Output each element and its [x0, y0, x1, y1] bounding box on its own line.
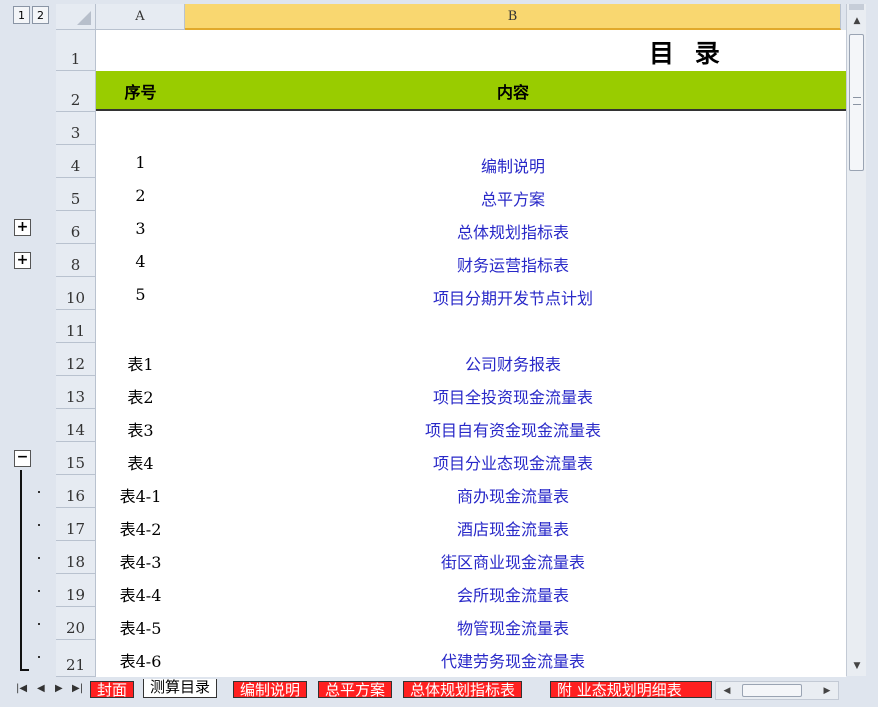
row-header[interactable]: 6 [56, 211, 96, 244]
toc-link[interactable]: 项目分期开发节点计划 [185, 285, 841, 309]
first-sheet-icon[interactable]: |◀ [16, 683, 27, 694]
row-header[interactable]: 15 [56, 442, 96, 475]
cell-sequence[interactable]: 表4-1 [96, 483, 185, 507]
cell-sequence[interactable]: 4 [96, 252, 185, 271]
expand-group-button[interactable]: + [14, 252, 31, 269]
row-header[interactable]: 16 [56, 475, 96, 508]
row-header[interactable]: 11 [56, 310, 96, 343]
expand-group-button[interactable]: + [14, 219, 31, 236]
horizontal-scrollbar[interactable]: ◀ ▶ [715, 681, 839, 700]
cell-sequence[interactable]: 表1 [96, 351, 185, 375]
row-header[interactable]: 21 [56, 640, 96, 677]
cell-sequence[interactable]: 表4-2 [96, 516, 185, 540]
toc-link[interactable]: 项目分业态现金流量表 [185, 450, 841, 474]
row-header[interactable]: 19 [56, 574, 96, 607]
outline-level-2-button[interactable]: 2 [32, 6, 49, 24]
row-header[interactable]: 1 [56, 30, 96, 71]
cell-sequence[interactable]: 表2 [96, 384, 185, 408]
cell-sequence[interactable]: 表4-4 [96, 582, 185, 606]
toc-link[interactable]: 公司财务报表 [185, 351, 841, 375]
outline-detail-dot [38, 491, 40, 493]
toc-link[interactable]: 编制说明 [185, 153, 841, 177]
horizontal-scroll-thumb[interactable] [742, 684, 802, 697]
select-all-corner[interactable] [56, 4, 96, 30]
row-header[interactable]: 20 [56, 607, 96, 640]
toc-link[interactable]: 代建劳务现金流量表 [185, 648, 841, 672]
outline-detail-dot [38, 656, 40, 658]
toc-link[interactable]: 商办现金流量表 [185, 483, 841, 507]
collapse-group-button[interactable]: − [14, 450, 31, 467]
next-sheet-icon[interactable]: ▶ [55, 683, 63, 694]
column-header-a[interactable]: A [96, 4, 185, 30]
row-header[interactable]: 18 [56, 541, 96, 574]
cell-sequence[interactable]: 表4-3 [96, 549, 185, 573]
sheet-tab-bar: |◀ ◀ ▶ ▶| 封面 测算目录 编制说明 总平方案 总体规划指标表 附 业态… [0, 677, 878, 707]
last-sheet-icon[interactable]: ▶| [72, 683, 83, 694]
outline-gutter [10, 31, 55, 676]
outline-detail-dot [38, 557, 40, 559]
row-header[interactable]: 2 [56, 71, 96, 112]
toc-link[interactable]: 物管现金流量表 [185, 615, 841, 639]
prev-sheet-icon[interactable]: ◀ [37, 683, 45, 694]
vertical-scrollbar[interactable]: ▲ ▼ [846, 4, 866, 676]
cell-sequence[interactable]: 表3 [96, 417, 185, 441]
cell-sequence[interactable]: 1 [96, 153, 185, 172]
spreadsheet-window: 1 2 A B 1 2 3 4 5 6 8 10 11 12 13 14 15 … [0, 0, 878, 707]
toc-link[interactable]: 酒店现金流量表 [185, 516, 841, 540]
row-header[interactable]: 12 [56, 343, 96, 376]
split-box[interactable] [849, 4, 864, 10]
scroll-left-icon[interactable]: ◀ [720, 684, 734, 698]
row-header[interactable]: 10 [56, 277, 96, 310]
vertical-scroll-thumb[interactable] [849, 34, 864, 171]
row-header[interactable]: 13 [56, 376, 96, 409]
sheet-tab[interactable]: 总平方案 [318, 681, 393, 699]
sheet-tab[interactable]: 编制说明 [233, 681, 308, 699]
row-header[interactable]: 17 [56, 508, 96, 541]
sheet-tab-active[interactable]: 测算目录 [143, 679, 218, 698]
toc-link[interactable]: 会所现金流量表 [185, 582, 841, 606]
cell-sequence[interactable]: 表4 [96, 450, 185, 474]
row-header[interactable]: 5 [56, 178, 96, 211]
cell-sequence[interactable]: 表4-6 [96, 648, 185, 672]
header-sequence: 序号 [124, 83, 157, 102]
row-header[interactable]: 3 [56, 112, 96, 145]
worksheet-grid[interactable]: 目 录 序号 内容 1 编制说明 2 总平方案 3 总体规划指标表 4 财务运营… [96, 30, 846, 677]
outline-group-bracket [20, 470, 25, 670]
row-header[interactable]: 8 [56, 244, 96, 277]
outline-detail-dot [38, 623, 40, 625]
scroll-right-icon[interactable]: ▶ [820, 684, 834, 698]
cell-sequence[interactable]: 5 [96, 285, 185, 304]
table-header-band: 序号 内容 [96, 71, 846, 111]
outline-group-bracket-end [20, 669, 29, 671]
row-header[interactable]: 14 [56, 409, 96, 442]
toc-link[interactable]: 财务运营指标表 [185, 252, 841, 276]
sheet-tab[interactable]: 封面 [90, 681, 135, 699]
scroll-down-icon[interactable]: ▼ [850, 659, 864, 673]
toc-link[interactable]: 总体规划指标表 [185, 219, 841, 243]
sheet-title: 目 录 [649, 39, 726, 68]
row-header[interactable]: 4 [56, 145, 96, 178]
cell-sequence[interactable]: 2 [96, 186, 185, 205]
toc-link[interactable]: 总平方案 [185, 186, 841, 210]
cell-sequence[interactable]: 3 [96, 219, 185, 238]
header-content: 内容 [496, 83, 529, 102]
column-header-b[interactable]: B [185, 4, 841, 30]
toc-link[interactable]: 街区商业现金流量表 [185, 549, 841, 573]
toc-link[interactable]: 项目自有资金现金流量表 [185, 417, 841, 441]
sheet-tab[interactable]: 总体规划指标表 [403, 681, 523, 699]
toc-link[interactable]: 项目全投资现金流量表 [185, 384, 841, 408]
outline-detail-dot [38, 524, 40, 526]
outline-detail-dot [38, 590, 40, 592]
cell-sequence[interactable]: 表4-5 [96, 615, 185, 639]
sheet-tab[interactable]: 附 业态规划明细表 [550, 681, 712, 698]
scroll-up-icon[interactable]: ▲ [850, 14, 864, 28]
outline-level-1-button[interactable]: 1 [13, 6, 30, 24]
